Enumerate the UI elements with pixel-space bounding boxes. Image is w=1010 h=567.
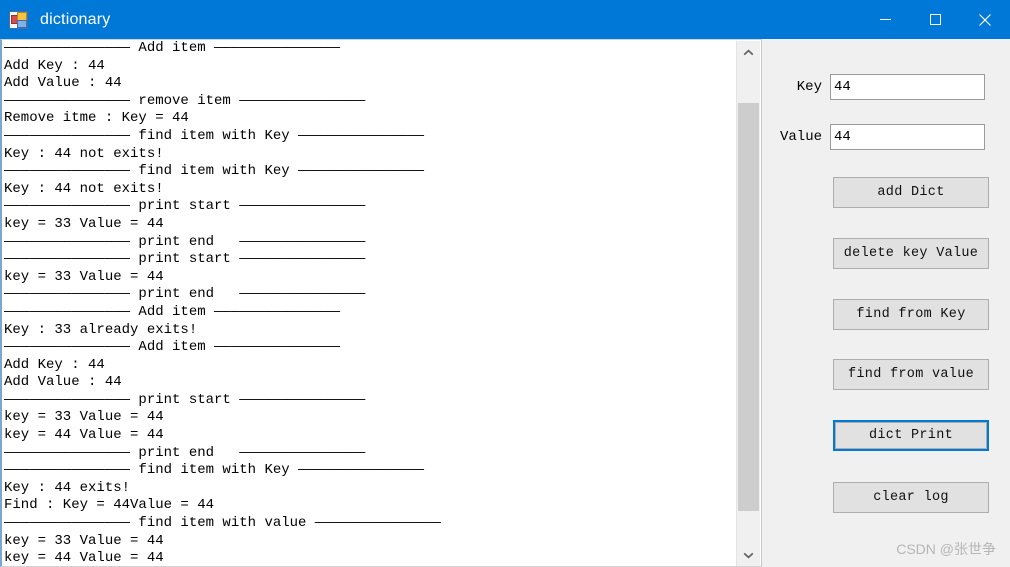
minimize-icon: [879, 19, 891, 20]
log-line: Key : 44 not exits!: [4, 145, 164, 162]
add-dict-button[interactable]: add Dict: [833, 177, 989, 208]
log-line: Key : 33 already exits!: [4, 321, 198, 338]
form-designer-icon: [9, 10, 29, 30]
log-line: ——————————————— print start ————————————…: [4, 391, 366, 408]
maximize-button[interactable]: [910, 0, 960, 39]
log-line: Add Value : 44: [4, 75, 122, 92]
controls-panel: Key Value add Dict delete key Value find…: [762, 39, 1010, 567]
log-line: ——————————————— Add item ———————————————: [4, 339, 341, 356]
log-line: key = 33 Value = 44: [4, 215, 164, 232]
log-line: Key : 44 exits!: [4, 479, 131, 496]
log-line: Remove itme : Key = 44: [4, 110, 189, 127]
chevron-down-icon[interactable]: [737, 543, 760, 566]
watermark: CSDN @张世争: [896, 541, 996, 557]
log-line: ——————————————— print end ——————————————…: [4, 233, 366, 250]
scrollbar-thumb[interactable]: [738, 103, 759, 511]
minimize-button[interactable]: [860, 0, 910, 39]
log-line: key = 33 Value = 44: [4, 532, 164, 549]
log-output-pane[interactable]: ——————————————— Add item ———————————————…: [0, 39, 762, 567]
log-line: ——————————————— remove item ————————————…: [4, 92, 366, 109]
log-line: Find : Key = 44Value = 44: [4, 497, 215, 514]
window-title: dictionary: [40, 10, 111, 28]
log-line: key = 33 Value = 44: [4, 268, 164, 285]
log-scrollbar[interactable]: [736, 41, 760, 566]
log-line: ——————————————— print end ——————————————…: [4, 286, 366, 303]
key-input[interactable]: [830, 74, 985, 100]
window-controls: [860, 0, 1010, 39]
log-line: Key : 44 not exits!: [4, 180, 164, 197]
log-line: ——————————————— find item with value ———…: [4, 515, 441, 532]
key-field-row: Key: [762, 73, 1010, 101]
log-line: key = 33 Value = 44: [4, 409, 164, 426]
title-bar: dictionary: [0, 0, 1010, 39]
log-line: ——————————————— print start ————————————…: [4, 198, 366, 215]
log-line: ——————————————— Add item ———————————————: [4, 303, 341, 320]
find-from-key-button[interactable]: find from Key: [833, 299, 989, 330]
clear-log-button[interactable]: clear log: [833, 482, 989, 513]
key-field-label: Key: [796, 79, 822, 95]
log-line: key = 44 Value = 44: [4, 427, 164, 444]
log-line: ——————————————— find item with Key —————…: [4, 127, 425, 144]
log-text-area[interactable]: ——————————————— Add item ———————————————…: [2, 40, 738, 566]
value-input[interactable]: [830, 124, 985, 150]
dict-print-button[interactable]: dict Print: [833, 420, 989, 451]
log-line: ——————————————— print end ——————————————…: [4, 444, 366, 461]
log-line: Add Key : 44: [4, 356, 105, 373]
value-field-label: Value: [779, 129, 822, 145]
log-line: ——————————————— print start ————————————…: [4, 251, 366, 268]
maximize-icon: [929, 14, 941, 25]
log-line: ——————————————— find item with Key —————…: [4, 163, 425, 180]
log-line: ——————————————— Add item ———————————————: [4, 40, 341, 56]
close-button[interactable]: [960, 0, 1010, 39]
value-field-row: Value: [762, 123, 1010, 151]
find-from-value-button[interactable]: find from value: [833, 359, 989, 390]
log-line: ——————————————— find item with Key —————…: [4, 462, 425, 479]
log-line: key = 44 Value = 44: [4, 550, 164, 566]
application-window: dictionary ——————————————— Add item ————…: [0, 0, 1010, 567]
chevron-up-icon[interactable]: [737, 41, 760, 64]
close-icon: [979, 13, 991, 26]
delete-key-value-button[interactable]: delete key Value: [833, 238, 989, 269]
log-line: Add Key : 44: [4, 57, 105, 74]
log-line: Add Value : 44: [4, 374, 122, 391]
